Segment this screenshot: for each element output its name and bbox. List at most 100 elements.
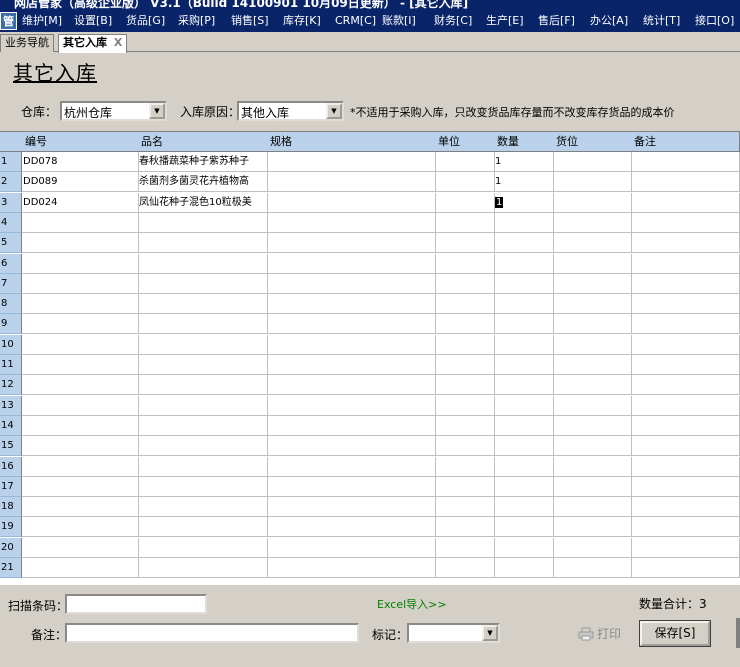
cell-qty[interactable] [494, 294, 554, 315]
app-logo-icon[interactable]: 管 [0, 12, 17, 30]
row-number[interactable]: 17 [0, 476, 22, 497]
cell-spec[interactable] [267, 314, 436, 335]
excel-import-link[interactable]: Excel导入>> [377, 596, 447, 612]
menu-accounts[interactable]: 账款[I] [382, 10, 416, 32]
cell-name[interactable] [138, 537, 268, 558]
cell-code[interactable]: DD078 [22, 152, 139, 172]
menu-goods[interactable]: 货品[G] [126, 10, 165, 32]
table-row[interactable]: 2 DD089 杀菌剂多菌灵花卉植物高 1 [0, 172, 740, 193]
menu-office[interactable]: 办公[A] [590, 10, 628, 32]
cell-loc[interactable] [553, 355, 632, 375]
cell-spec[interactable] [267, 273, 436, 294]
table-row[interactable]: 20 [0, 537, 740, 558]
cell-qty[interactable] [494, 558, 554, 578]
cell-name[interactable]: 凤仙花种子混色10粒极美 [138, 192, 268, 213]
cell-remark[interactable] [631, 233, 740, 254]
table-row[interactable]: 16 [0, 456, 740, 477]
table-row[interactable]: 13 [0, 395, 740, 416]
col-header-location[interactable]: 货位 [553, 132, 632, 152]
cell-name[interactable] [138, 558, 268, 578]
cell-remark[interactable] [631, 212, 740, 233]
cell-unit[interactable] [435, 253, 495, 274]
cell-loc[interactable] [553, 517, 632, 538]
cell-name[interactable] [138, 517, 268, 538]
save-button[interactable]: 保存[S] [639, 620, 711, 647]
cell-code[interactable] [22, 537, 139, 558]
cell-code[interactable] [22, 558, 139, 578]
cell-loc[interactable] [553, 152, 632, 172]
row-number[interactable]: 16 [0, 456, 22, 477]
remark-input[interactable] [65, 623, 359, 643]
cell-code[interactable] [22, 334, 139, 355]
menu-statistics[interactable]: 统计[T] [643, 10, 680, 32]
cell-qty[interactable] [494, 212, 554, 233]
cell-code[interactable] [22, 273, 139, 294]
cell-spec[interactable] [267, 456, 436, 477]
cell-name[interactable] [138, 375, 268, 396]
cell-loc[interactable] [553, 436, 632, 457]
cell-unit[interactable] [435, 192, 495, 213]
cell-name[interactable] [138, 212, 268, 233]
table-row[interactable]: 1 DD078 春秋播蔬菜种子紫苏种子 1 [0, 152, 740, 172]
cell-remark[interactable] [631, 192, 740, 213]
cell-code[interactable] [22, 233, 139, 254]
cell-spec[interactable] [267, 497, 436, 518]
tab-other-inbound[interactable]: 其它入库 X [58, 34, 128, 53]
cell-spec[interactable] [267, 294, 436, 315]
cell-name[interactable] [138, 415, 268, 436]
menu-crm[interactable]: CRM[C] [335, 10, 376, 32]
menu-settings[interactable]: 设置[B] [74, 10, 112, 32]
cell-name[interactable] [138, 395, 268, 416]
table-row[interactable]: 6 [0, 253, 740, 274]
col-header-code[interactable]: 编号 [22, 132, 139, 152]
cell-spec[interactable] [267, 395, 436, 416]
cell-remark[interactable] [631, 294, 740, 315]
row-number[interactable]: 4 [0, 212, 22, 233]
col-header-unit[interactable]: 单位 [435, 132, 495, 152]
row-number[interactable]: 1 [0, 152, 22, 172]
cell-unit[interactable] [435, 355, 495, 375]
cell-name[interactable] [138, 497, 268, 518]
cell-code[interactable] [22, 497, 139, 518]
print-button[interactable]: 打印 [578, 625, 621, 642]
cell-unit[interactable] [435, 415, 495, 436]
chevron-down-icon[interactable]: ▼ [149, 103, 165, 119]
cell-remark[interactable] [631, 497, 740, 518]
cell-remark[interactable] [631, 172, 740, 193]
table-row[interactable]: 18 [0, 497, 740, 518]
cell-code[interactable] [22, 517, 139, 538]
menu-inventory[interactable]: 库存[K] [283, 10, 321, 32]
cell-unit[interactable] [435, 537, 495, 558]
cell-loc[interactable] [553, 212, 632, 233]
cell-unit[interactable] [435, 273, 495, 294]
row-number[interactable]: 7 [0, 273, 22, 294]
row-number[interactable]: 19 [0, 517, 22, 538]
cell-qty[interactable] [494, 456, 554, 477]
cell-qty[interactable] [494, 415, 554, 436]
cell-spec[interactable] [267, 558, 436, 578]
cell-loc[interactable] [553, 192, 632, 213]
cell-name[interactable] [138, 294, 268, 315]
close-icon[interactable]: X [114, 36, 122, 49]
cell-loc[interactable] [553, 415, 632, 436]
cell-remark[interactable] [631, 395, 740, 416]
cell-code[interactable] [22, 415, 139, 436]
cell-remark[interactable] [631, 456, 740, 477]
table-row[interactable]: 5 [0, 233, 740, 254]
editing-value[interactable]: 1 [495, 196, 504, 208]
cell-loc[interactable] [553, 497, 632, 518]
col-header-qty[interactable]: 数量 [494, 132, 554, 152]
cell-spec[interactable] [267, 436, 436, 457]
col-header-remark[interactable]: 备注 [631, 132, 740, 152]
table-row[interactable]: 14 [0, 415, 740, 436]
cell-loc[interactable] [553, 294, 632, 315]
menu-interface[interactable]: 接口[O] [695, 10, 734, 32]
cell-name[interactable] [138, 273, 268, 294]
cell-code[interactable] [22, 476, 139, 497]
menu-production[interactable]: 生产[E] [486, 10, 524, 32]
menu-maintain[interactable]: 维护[M] [22, 10, 62, 32]
row-number[interactable]: 18 [0, 497, 22, 518]
menu-sales[interactable]: 销售[S] [231, 10, 269, 32]
cell-unit[interactable] [435, 152, 495, 172]
table-row[interactable]: 10 [0, 334, 740, 355]
